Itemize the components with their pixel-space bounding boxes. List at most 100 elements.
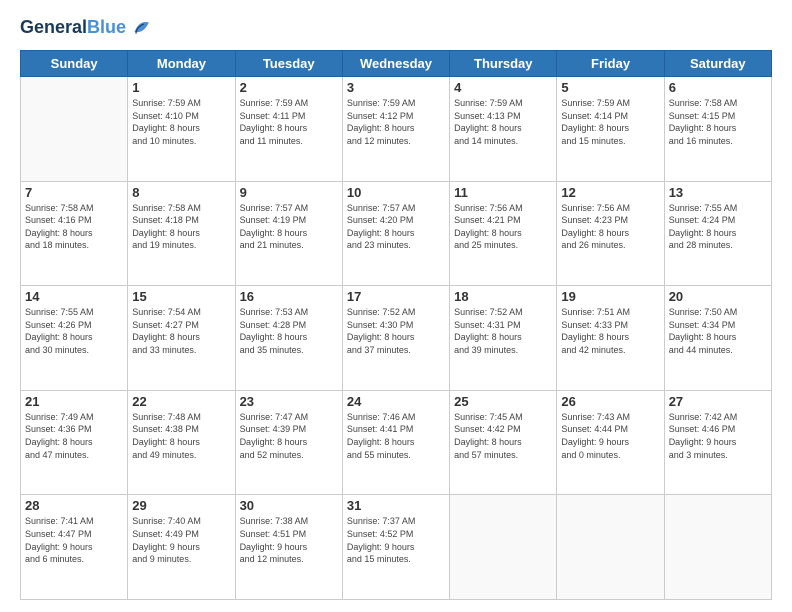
calendar-cell: 22 Sunrise: 7:48 AMSunset: 4:38 PMDayligh… [128, 390, 235, 495]
logo-text: GeneralBlue [20, 18, 126, 38]
calendar-cell: 16Sunrise: 7:53 AMSunset: 4:28 PMDayligh… [235, 286, 342, 391]
day-info: Sunrise: 7:59 AMSunset: 4:13 PMDaylight:… [454, 97, 552, 147]
calendar-cell: 17 Sunrise: 7:52 AMSunset: 4:30 PMDayligh… [342, 286, 449, 391]
day-number: 31 [347, 498, 445, 513]
calendar-cell [664, 495, 771, 600]
day-info: Sunrise: 7:52 AMSunset: 4:30 PMDaylight:… [347, 306, 445, 356]
day-info: Sunrise: 7:43 AMSunset: 4:44 PMDaylight:… [561, 411, 659, 461]
week-row-2: 7 Sunrise: 7:58 AMSunset: 4:16 PMDaylight… [21, 181, 772, 286]
calendar-cell: 9 Sunrise: 7:57 AMSunset: 4:19 PMDaylight… [235, 181, 342, 286]
day-number: 7 [25, 185, 123, 200]
calendar-cell: 31 Sunrise: 7:37 AMSunset: 4:52 PMDayligh… [342, 495, 449, 600]
day-number: 5 [561, 80, 659, 95]
day-info: Sunrise: 7:58 AMSunset: 4:15 PMDaylight:… [669, 97, 767, 147]
day-info: Sunrise: 7:59 AMSunset: 4:11 PMDaylight:… [240, 97, 338, 147]
calendar-cell: 14 Sunrise: 7:55 AMSunset: 4:26 PMDayligh… [21, 286, 128, 391]
day-info: Sunrise: 7:37 AMSunset: 4:52 PMDaylight:… [347, 515, 445, 565]
calendar-cell: 21 Sunrise: 7:49 AMSunset: 4:36 PMDayligh… [21, 390, 128, 495]
calendar-cell: 4 Sunrise: 7:59 AMSunset: 4:13 PMDaylight… [450, 77, 557, 182]
calendar-cell: 2 Sunrise: 7:59 AMSunset: 4:11 PMDaylight… [235, 77, 342, 182]
day-number: 29 [132, 498, 230, 513]
day-info: Sunrise: 7:56 AMSunset: 4:23 PMDaylight:… [561, 202, 659, 252]
weekday-header-saturday: Saturday [664, 51, 771, 77]
day-number: 8 [132, 185, 230, 200]
page: GeneralBlue SundayMondayTuesdayWednesday… [0, 0, 792, 612]
day-info: Sunrise: 7:48 AMSunset: 4:38 PMDaylight:… [132, 411, 230, 461]
day-number: 25 [454, 394, 552, 409]
day-info: Sunrise: 7:47 AMSunset: 4:39 PMDaylight:… [240, 411, 338, 461]
day-number: 15 [132, 289, 230, 304]
logo: GeneralBlue [20, 16, 152, 40]
day-info: Sunrise: 7:55 AMSunset: 4:24 PMDaylight:… [669, 202, 767, 252]
day-number: 14 [25, 289, 123, 304]
calendar-cell [450, 495, 557, 600]
week-row-4: 21 Sunrise: 7:49 AMSunset: 4:36 PMDayligh… [21, 390, 772, 495]
weekday-header-thursday: Thursday [450, 51, 557, 77]
day-info: Sunrise: 7:58 AMSunset: 4:18 PMDaylight:… [132, 202, 230, 252]
calendar-cell: 29 Sunrise: 7:40 AMSunset: 4:49 PMDayligh… [128, 495, 235, 600]
calendar-cell: 6 Sunrise: 7:58 AMSunset: 4:15 PMDaylight… [664, 77, 771, 182]
day-number: 20 [669, 289, 767, 304]
calendar-cell: 18 Sunrise: 7:52 AMSunset: 4:31 PMDayligh… [450, 286, 557, 391]
day-info: Sunrise: 7:51 AMSunset: 4:33 PMDaylight:… [561, 306, 659, 356]
weekday-header-friday: Friday [557, 51, 664, 77]
calendar-cell [557, 495, 664, 600]
day-number: 28 [25, 498, 123, 513]
day-number: 18 [454, 289, 552, 304]
calendar-cell: 11 Sunrise: 7:56 AMSunset: 4:21 PMDayligh… [450, 181, 557, 286]
week-row-5: 28 Sunrise: 7:41 AMSunset: 4:47 PMDayligh… [21, 495, 772, 600]
day-info: Sunrise: 7:53 AMSunset: 4:28 PMDaylight:… [240, 306, 338, 356]
logo-icon [128, 16, 152, 40]
day-number: 24 [347, 394, 445, 409]
calendar-cell: 25 Sunrise: 7:45 AMSunset: 4:42 PMDayligh… [450, 390, 557, 495]
header: GeneralBlue [20, 16, 772, 40]
day-info: Sunrise: 7:57 AMSunset: 4:20 PMDaylight:… [347, 202, 445, 252]
day-info: Sunrise: 7:55 AMSunset: 4:26 PMDaylight:… [25, 306, 123, 356]
day-number: 26 [561, 394, 659, 409]
calendar-cell: 30 Sunrise: 7:38 AMSunset: 4:51 PMDayligh… [235, 495, 342, 600]
day-number: 13 [669, 185, 767, 200]
day-number: 10 [347, 185, 445, 200]
calendar-cell: 26 Sunrise: 7:43 AMSunset: 4:44 PMDayligh… [557, 390, 664, 495]
day-number: 21 [25, 394, 123, 409]
day-info: Sunrise: 7:49 AMSunset: 4:36 PMDaylight:… [25, 411, 123, 461]
calendar-cell: 20Sunrise: 7:50 AMSunset: 4:34 PMDayligh… [664, 286, 771, 391]
day-number: 1 [132, 80, 230, 95]
day-info: Sunrise: 7:58 AMSunset: 4:16 PMDaylight:… [25, 202, 123, 252]
calendar-cell: 12 Sunrise: 7:56 AMSunset: 4:23 PMDayligh… [557, 181, 664, 286]
calendar-cell: 24 Sunrise: 7:46 AMSunset: 4:41 PMDayligh… [342, 390, 449, 495]
day-info: Sunrise: 7:52 AMSunset: 4:31 PMDaylight:… [454, 306, 552, 356]
calendar-cell: 15 Sunrise: 7:54 AMSunset: 4:27 PMDayligh… [128, 286, 235, 391]
day-number: 9 [240, 185, 338, 200]
weekday-header-wednesday: Wednesday [342, 51, 449, 77]
day-number: 17 [347, 289, 445, 304]
day-number: 4 [454, 80, 552, 95]
day-info: Sunrise: 7:42 AMSunset: 4:46 PMDaylight:… [669, 411, 767, 461]
calendar-cell: 28 Sunrise: 7:41 AMSunset: 4:47 PMDayligh… [21, 495, 128, 600]
day-info: Sunrise: 7:46 AMSunset: 4:41 PMDaylight:… [347, 411, 445, 461]
day-info: Sunrise: 7:45 AMSunset: 4:42 PMDaylight:… [454, 411, 552, 461]
weekday-header-tuesday: Tuesday [235, 51, 342, 77]
calendar-cell: 27Sunrise: 7:42 AMSunset: 4:46 PMDayligh… [664, 390, 771, 495]
day-number: 2 [240, 80, 338, 95]
day-number: 3 [347, 80, 445, 95]
day-number: 6 [669, 80, 767, 95]
day-info: Sunrise: 7:54 AMSunset: 4:27 PMDaylight:… [132, 306, 230, 356]
weekday-header-monday: Monday [128, 51, 235, 77]
day-number: 30 [240, 498, 338, 513]
day-number: 12 [561, 185, 659, 200]
day-number: 11 [454, 185, 552, 200]
day-info: Sunrise: 7:56 AMSunset: 4:21 PMDaylight:… [454, 202, 552, 252]
calendar-cell: 1Sunrise: 7:59 AMSunset: 4:10 PMDaylight… [128, 77, 235, 182]
weekday-header-row: SundayMondayTuesdayWednesdayThursdayFrid… [21, 51, 772, 77]
day-info: Sunrise: 7:38 AMSunset: 4:51 PMDaylight:… [240, 515, 338, 565]
day-number: 23 [240, 394, 338, 409]
calendar-cell: 10 Sunrise: 7:57 AMSunset: 4:20 PMDayligh… [342, 181, 449, 286]
day-number: 22 [132, 394, 230, 409]
day-info: Sunrise: 7:40 AMSunset: 4:49 PMDaylight:… [132, 515, 230, 565]
calendar-cell: 7 Sunrise: 7:58 AMSunset: 4:16 PMDaylight… [21, 181, 128, 286]
calendar-cell: 13 Sunrise: 7:55 AMSunset: 4:24 PMDayligh… [664, 181, 771, 286]
day-info: Sunrise: 7:41 AMSunset: 4:47 PMDaylight:… [25, 515, 123, 565]
day-info: Sunrise: 7:57 AMSunset: 4:19 PMDaylight:… [240, 202, 338, 252]
week-row-3: 14 Sunrise: 7:55 AMSunset: 4:26 PMDayligh… [21, 286, 772, 391]
